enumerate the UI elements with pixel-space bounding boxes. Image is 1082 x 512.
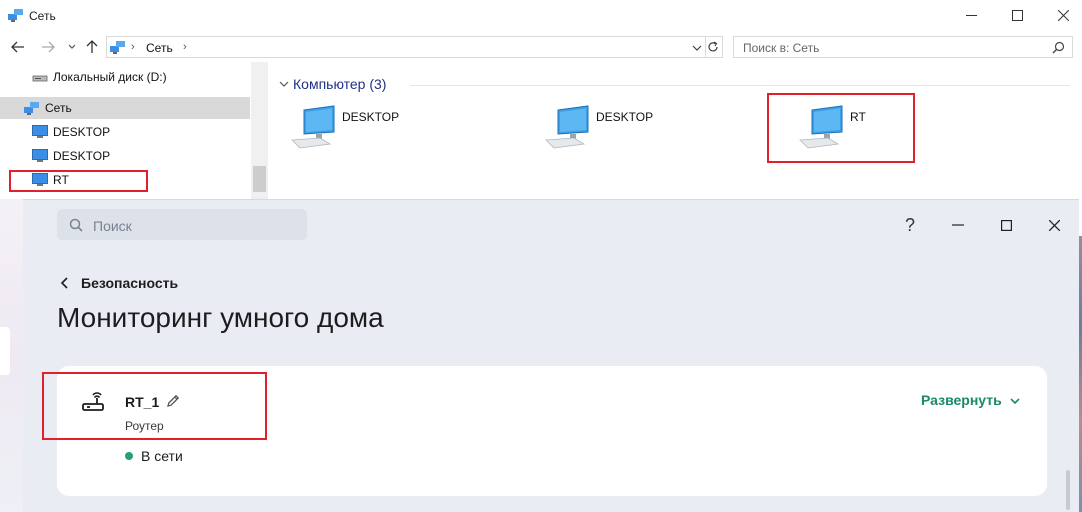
minimize-icon xyxy=(952,224,964,226)
minimize-button[interactable] xyxy=(948,0,994,30)
nav-item-label: DESKTOP xyxy=(53,149,111,163)
minimize-icon xyxy=(965,14,977,16)
search-placeholder: Поиск в: Сеть xyxy=(743,41,820,55)
nav-item-label: DESKTOP xyxy=(53,125,111,139)
up-button[interactable] xyxy=(82,37,102,57)
close-icon xyxy=(1057,9,1069,21)
search-placeholder: Поиск xyxy=(93,218,132,234)
content-pane: Компьютер (3) DESKTOP DESKTOP RT xyxy=(268,62,1082,200)
network-icon xyxy=(24,102,39,115)
network-icon xyxy=(110,41,125,54)
network-icon xyxy=(8,9,23,22)
computer-icon xyxy=(545,105,589,149)
scrollbar-thumb[interactable] xyxy=(253,166,266,192)
breadcrumb-separator-icon: › xyxy=(131,41,135,53)
arrow-up-icon xyxy=(86,40,98,53)
nav-item-label: Сеть xyxy=(45,101,72,115)
back-link-label: Безопасность xyxy=(81,275,179,291)
device-status: В сети xyxy=(141,448,183,464)
refresh-icon xyxy=(707,41,718,52)
nav-pane-scrollbar[interactable] xyxy=(251,62,268,200)
breadcrumb-network[interactable]: Сеть xyxy=(146,41,173,55)
app-minimize-button[interactable] xyxy=(943,210,973,240)
computer-name: DESKTOP xyxy=(596,110,654,124)
maximize-icon xyxy=(1011,9,1023,21)
annotation-highlight-nav-rt xyxy=(9,170,148,192)
close-icon xyxy=(1048,219,1060,231)
chevron-down-icon xyxy=(1010,398,1020,405)
address-dropdown-icon[interactable] xyxy=(691,42,703,54)
side-tab xyxy=(0,327,10,375)
app-search-input[interactable]: Поиск xyxy=(57,209,307,240)
nav-item-network[interactable]: Сеть xyxy=(0,97,250,119)
navigation-bar: › Сеть › Поиск в: Сеть xyxy=(0,34,1082,60)
group-divider xyxy=(410,85,1070,86)
arrow-left-icon xyxy=(11,41,24,53)
window-title: Сеть xyxy=(29,9,56,23)
computer-icon xyxy=(291,105,335,149)
chevron-left-icon xyxy=(60,277,68,289)
refresh-button[interactable] xyxy=(703,36,723,58)
explorer-search-input[interactable]: Поиск в: Сеть xyxy=(733,36,1073,58)
screen: Сеть › Сеть › Поиск в: Сеть Локальный ди… xyxy=(0,0,1082,512)
maximize-button[interactable] xyxy=(994,0,1040,30)
computer-item-desktop-2[interactable]: DESKTOP xyxy=(544,102,704,162)
group-header-computers[interactable]: Компьютер (3) xyxy=(293,76,386,92)
expand-label: Развернуть xyxy=(921,392,1002,408)
chevron-down-icon xyxy=(68,44,76,49)
computer-name: DESKTOP xyxy=(342,110,400,124)
help-button[interactable]: ? xyxy=(895,210,925,240)
forward-button[interactable] xyxy=(38,37,58,57)
help-icon: ? xyxy=(904,214,915,235)
back-button[interactable] xyxy=(8,37,28,57)
app-scrollbar[interactable] xyxy=(1066,470,1070,510)
security-app-window: Поиск ? Безопасность Мониторинг умного д… xyxy=(23,199,1079,512)
search-icon xyxy=(1052,41,1065,54)
maximize-icon xyxy=(1000,219,1012,231)
drive-icon xyxy=(32,75,48,82)
search-icon xyxy=(69,218,83,232)
collapse-group-icon[interactable] xyxy=(278,78,290,90)
page-title: Мониторинг умного дома xyxy=(57,302,384,333)
background-left-edge xyxy=(0,199,23,512)
computer-item-desktop-1[interactable]: DESKTOP xyxy=(290,102,450,162)
annotation-highlight-device xyxy=(42,372,267,440)
status-indicator-icon xyxy=(125,452,133,460)
nav-item-desktop-1[interactable]: DESKTOP xyxy=(0,121,250,143)
computer-icon xyxy=(32,149,48,162)
recent-locations-button[interactable] xyxy=(62,37,82,57)
close-button[interactable] xyxy=(1040,0,1082,30)
title-bar: Сеть xyxy=(0,0,1082,30)
nav-item-desktop-2[interactable]: DESKTOP xyxy=(0,145,250,167)
breadcrumb-separator-icon[interactable]: › xyxy=(183,41,187,53)
nav-item-local-disk[interactable]: Локальный диск (D:) xyxy=(0,66,250,88)
nav-item-label: Локальный диск (D:) xyxy=(53,70,167,84)
computer-icon xyxy=(32,125,48,138)
file-explorer-window: Сеть › Сеть › Поиск в: Сеть Локальный ди… xyxy=(0,0,1082,200)
arrow-right-icon xyxy=(42,41,55,53)
app-close-button[interactable] xyxy=(1039,210,1069,240)
address-bar[interactable]: › Сеть › xyxy=(106,36,706,58)
app-maximize-button[interactable] xyxy=(991,210,1021,240)
annotation-highlight-computer-rt xyxy=(767,93,915,163)
